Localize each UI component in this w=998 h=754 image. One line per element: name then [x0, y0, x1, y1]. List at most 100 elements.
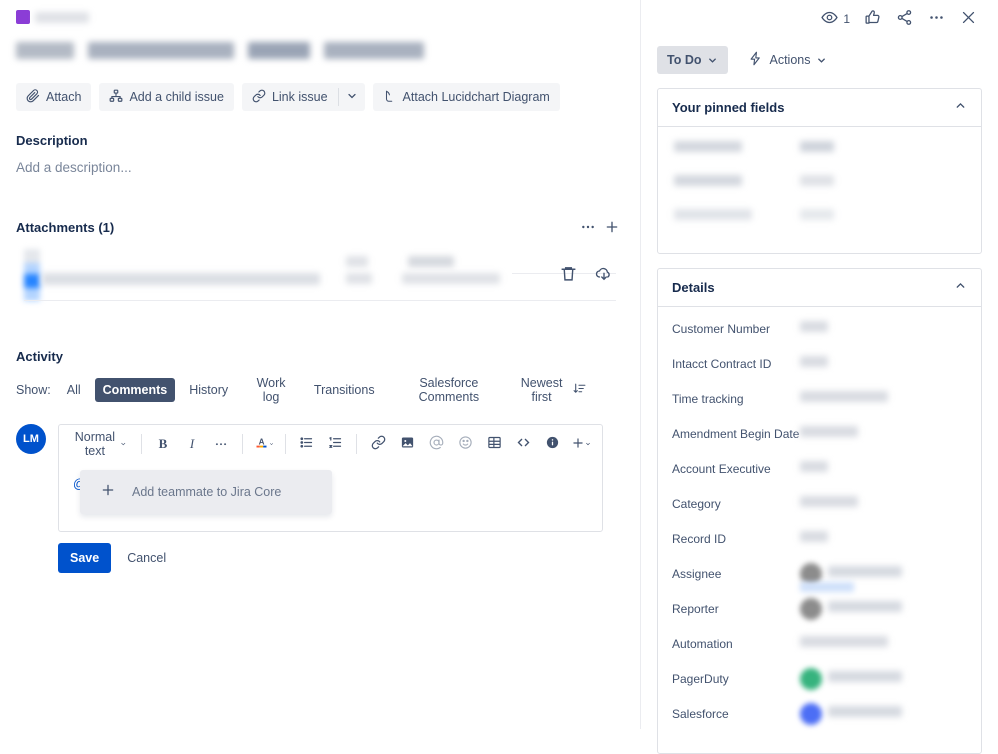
detail-value-redacted	[800, 531, 828, 542]
detail-field[interactable]: Salesforce	[672, 704, 967, 739]
attachments-more-button[interactable]	[576, 215, 600, 239]
actions-dropdown[interactable]: Actions	[740, 46, 835, 74]
sort-descending-icon	[573, 382, 586, 398]
more-formatting-button[interactable]	[208, 431, 234, 457]
detail-value-redacted	[800, 391, 888, 402]
download-attachment-button[interactable]	[592, 263, 616, 287]
attachment-meta-redacted	[346, 256, 368, 267]
editor-toolbar: Normal text B I	[59, 425, 602, 463]
detail-field-value	[800, 459, 967, 481]
detail-field-label: Salesforce	[672, 704, 800, 721]
italic-button[interactable]: I	[179, 431, 205, 457]
add-attachment-button[interactable]	[600, 215, 624, 239]
details-title: Details	[672, 280, 954, 295]
mention-button[interactable]	[423, 431, 449, 457]
like-button[interactable]	[858, 5, 886, 33]
issue-main-column: Attach Add a child issue Link issue	[0, 0, 640, 729]
detail-field[interactable]: Record ID	[672, 529, 967, 564]
sort-order-button[interactable]: Newest first	[515, 376, 624, 404]
issue-header-actions: 1	[657, 0, 982, 38]
save-button[interactable]: Save	[58, 543, 111, 573]
detail-value-redacted	[828, 601, 902, 612]
insert-link-button[interactable]	[365, 431, 391, 457]
detail-field[interactable]: Intacct Contract ID	[672, 354, 967, 389]
breadcrumb[interactable]	[16, 0, 624, 24]
detail-field[interactable]: Assignee	[672, 564, 967, 599]
more-actions-button[interactable]	[922, 5, 950, 33]
text-style-selector[interactable]: Normal text	[67, 431, 133, 457]
attach-lucidchart-label: Attach Lucidchart Diagram	[403, 90, 550, 104]
detail-field[interactable]: Category	[672, 494, 967, 529]
pinned-fields-header[interactable]: Your pinned fields	[658, 89, 981, 127]
detail-field-label: Time tracking	[672, 389, 800, 406]
text-style-label: Normal text	[74, 430, 116, 458]
status-dropdown[interactable]: To Do	[657, 46, 728, 74]
avatar	[800, 668, 822, 690]
detail-field[interactable]: Automation	[672, 634, 967, 669]
paperclip-icon	[26, 89, 40, 106]
detail-field-label: Reporter	[672, 599, 800, 616]
title-redacted-part	[248, 42, 310, 59]
avatar	[800, 598, 822, 620]
info-icon	[545, 435, 560, 453]
bullet-list-button[interactable]	[293, 431, 319, 457]
code-icon	[516, 435, 531, 453]
detail-value-redacted	[800, 356, 828, 367]
insert-image-button[interactable]	[394, 431, 420, 457]
add-child-issue-button[interactable]: Add a child issue	[99, 83, 234, 111]
show-label: Show:	[16, 383, 51, 397]
insert-more-button[interactable]	[568, 431, 594, 457]
avatar: LM	[16, 424, 46, 454]
filter-comments[interactable]: Comments	[95, 378, 176, 402]
filter-transitions[interactable]: Transitions	[306, 378, 383, 402]
detail-field[interactable]: Amendment Begin Date	[672, 424, 967, 459]
attachment-row[interactable]	[16, 249, 624, 301]
attachment-meta-redacted	[346, 273, 372, 284]
detail-field[interactable]: Reporter	[672, 599, 967, 634]
mention-suggestion-menu[interactable]: Add teammate to Jira Core	[80, 470, 332, 514]
code-block-button[interactable]	[510, 431, 536, 457]
attachment-meta-redacted	[408, 256, 454, 267]
description-placeholder[interactable]: Add a description...	[16, 160, 624, 175]
cancel-button[interactable]: Cancel	[117, 543, 176, 573]
divider	[285, 434, 286, 454]
share-button[interactable]	[890, 5, 918, 33]
watch-button[interactable]: 1	[817, 5, 854, 33]
issue-detail-page: Attach Add a child issue Link issue	[0, 0, 998, 729]
insert-table-button[interactable]	[481, 431, 507, 457]
description-section: Description Add a description...	[16, 133, 624, 175]
link-issue-split-button: Link issue	[242, 83, 365, 111]
filter-work-log[interactable]: Work log	[242, 378, 300, 402]
ellipsis-icon	[214, 436, 228, 453]
bullet-list-icon	[299, 435, 314, 453]
detail-field[interactable]: PagerDuty	[672, 669, 967, 704]
detail-field-label: Intacct Contract ID	[672, 354, 800, 371]
delete-attachment-button[interactable]	[556, 263, 580, 287]
detail-field-label: Category	[672, 494, 800, 511]
project-avatar-icon	[16, 10, 30, 24]
italic-icon: I	[190, 436, 194, 452]
bold-button[interactable]: B	[150, 431, 176, 457]
filter-history[interactable]: History	[181, 378, 236, 402]
details-header[interactable]: Details	[658, 269, 981, 307]
detail-field-label: Amendment Begin Date	[672, 424, 800, 441]
text-color-button[interactable]: A	[251, 431, 277, 457]
page-title	[16, 38, 624, 72]
detail-field-value	[800, 354, 967, 376]
link-issue-more-button[interactable]	[339, 83, 365, 111]
attach-lucidchart-button[interactable]: Attach Lucidchart Diagram	[373, 83, 560, 111]
detail-field[interactable]: Account Executive	[672, 459, 967, 494]
filter-salesforce-comments[interactable]: Salesforce Comments	[389, 378, 510, 402]
pinned-value-redacted	[800, 209, 834, 220]
link-issue-button[interactable]: Link issue	[242, 83, 338, 111]
filter-all[interactable]: All	[59, 378, 89, 402]
avatar	[800, 703, 822, 725]
emoji-button[interactable]	[452, 431, 478, 457]
detail-field[interactable]: Time tracking	[672, 389, 967, 424]
detail-field-value	[800, 389, 967, 411]
attach-button[interactable]: Attach	[16, 83, 91, 111]
close-button[interactable]	[954, 5, 982, 33]
info-panel-button[interactable]	[539, 431, 565, 457]
numbered-list-button[interactable]	[322, 431, 348, 457]
detail-field[interactable]: Customer Number	[672, 319, 967, 354]
